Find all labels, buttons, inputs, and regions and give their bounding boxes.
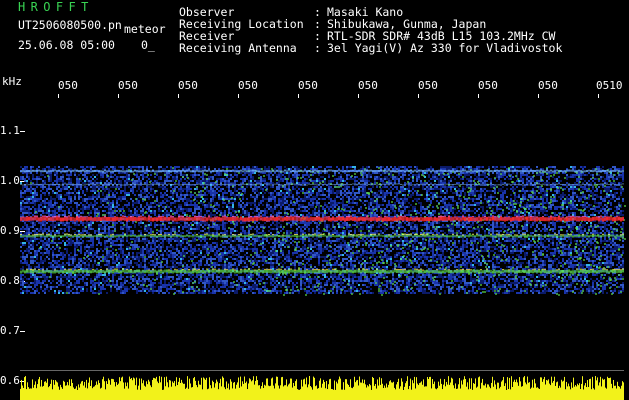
status-flag: 0_ xyxy=(141,38,155,52)
x-tick-label: 050 xyxy=(238,79,258,92)
x-tick-label: 0510 xyxy=(596,79,623,92)
antenna-label: Receiving Antenna xyxy=(179,41,297,55)
y-tick-label: 0.9 xyxy=(0,224,20,237)
y-tick-label: 0.7 xyxy=(0,324,20,337)
x-tick-label: 050 xyxy=(478,79,498,92)
x-tick-label: 050 xyxy=(178,79,198,92)
x-tick-label: 050 xyxy=(298,79,318,92)
app-title: HROFFT xyxy=(18,0,94,14)
y-tick-label: 1.0 xyxy=(0,174,20,187)
detection-mode: meteor xyxy=(124,22,166,36)
y-tick-label: 0.8 xyxy=(0,274,20,287)
separator: : xyxy=(314,41,321,55)
x-tick-label: 050 xyxy=(358,79,378,92)
station-info-labels: Observer Receiving Location Receiver Rec… xyxy=(179,6,304,54)
x-tick-label: 050 xyxy=(58,79,78,92)
x-tick-label: 050 xyxy=(418,79,438,92)
y-axis-unit: kHz xyxy=(2,75,22,88)
station-info-separators: : : : : xyxy=(314,6,321,54)
spectrogram-canvas xyxy=(20,94,626,400)
x-tick-label: 050 xyxy=(118,79,138,92)
y-tick-label: 0.6 xyxy=(0,374,20,387)
antenna-value: 3el Yagi(V) Az 330 for Vladivostok xyxy=(327,41,563,55)
observation-datetime: 25.06.08 05:00 xyxy=(18,38,115,52)
image-filename: UT2506080500.pn xyxy=(18,18,122,32)
station-info-values: Masaki Kano Shibukawa, Gunma, Japan RTL-… xyxy=(327,6,562,54)
y-tick-label: 1.1 xyxy=(0,124,20,137)
x-tick-label: 050 xyxy=(538,79,558,92)
